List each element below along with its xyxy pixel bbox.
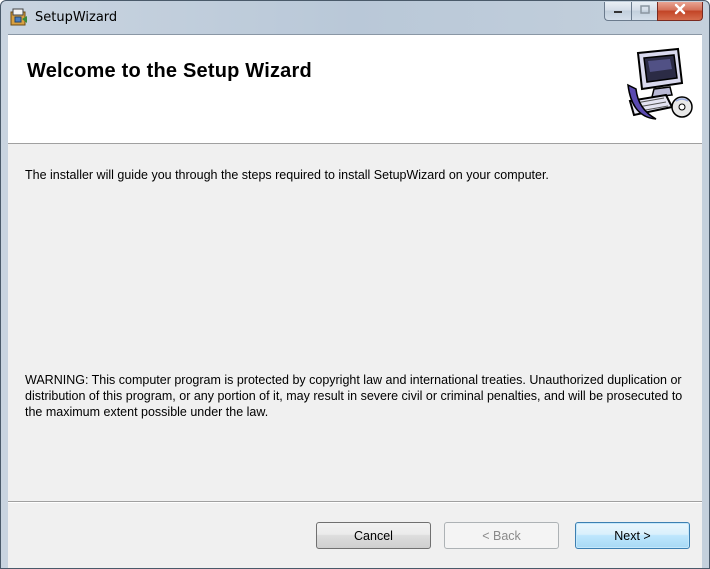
title-bar[interactable]: SetupWizard [1, 1, 709, 34]
next-button[interactable]: Next > [575, 522, 690, 549]
cancel-button[interactable]: Cancel [316, 522, 431, 549]
close-icon [673, 2, 687, 20]
copyright-warning-text: WARNING: This computer program is protec… [25, 373, 683, 419]
installer-icon [9, 7, 29, 27]
maximize-icon [639, 2, 651, 20]
setup-wizard-window: SetupWizard Welcome to the Setup Wizard … [0, 0, 710, 569]
minimize-icon [612, 2, 624, 20]
maximize-button[interactable] [631, 2, 657, 21]
button-area-divider [8, 501, 702, 503]
close-button[interactable] [657, 2, 703, 21]
computer-setup-icon [626, 45, 694, 125]
dialog-client-area: Welcome to the Setup Wizard The installe… [8, 34, 702, 568]
window-title: SetupWizard [35, 10, 118, 25]
minimize-button[interactable] [604, 2, 631, 21]
page-title: Welcome to the Setup Wizard [27, 60, 312, 82]
intro-text: The installer will guide you through the… [25, 168, 549, 182]
back-button[interactable]: < Back [444, 522, 559, 549]
caption-buttons [604, 2, 703, 22]
wizard-header: Welcome to the Setup Wizard [8, 35, 702, 144]
